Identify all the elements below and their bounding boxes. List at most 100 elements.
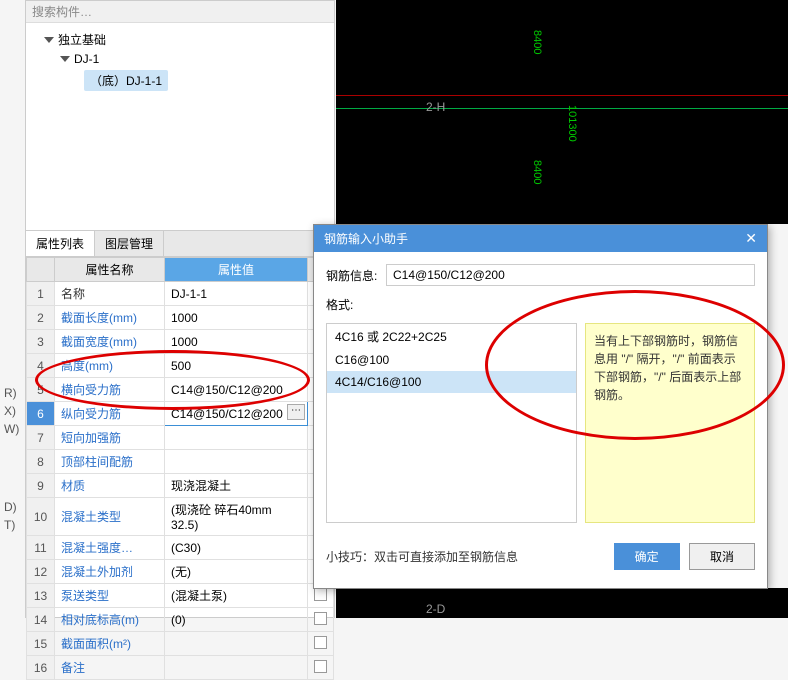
side-letter-strip: R)X)W) D)T)	[0, 380, 20, 534]
ok-button[interactable]: 确定	[614, 543, 680, 570]
triangle-icon	[44, 37, 54, 43]
property-value[interactable]: 500	[165, 354, 308, 378]
row-number: 1	[27, 282, 55, 306]
property-row[interactable]: 11混凝土强度…(C30)	[27, 536, 334, 560]
property-table: 属性名称属性值 1名称DJ-1-12截面长度(mm)10003截面宽度(mm)1…	[26, 257, 334, 680]
tree-root[interactable]: 独立基础	[32, 29, 328, 50]
property-value[interactable]: (现浇砼 碎石40mm 32.5)	[165, 498, 308, 536]
row-number: 6	[27, 402, 55, 426]
property-value[interactable]: 现浇混凝土	[165, 474, 308, 498]
col-value: 属性值	[165, 258, 308, 282]
row-number: 14	[27, 608, 55, 632]
row-number: 4	[27, 354, 55, 378]
property-name: 纵向受力筋	[55, 402, 165, 426]
property-value[interactable]	[165, 656, 308, 680]
tab-properties[interactable]: 属性列表	[26, 231, 95, 256]
component-tree[interactable]: 独立基础 DJ-1 （底）DJ-1-1	[26, 23, 334, 231]
close-icon[interactable]: ✕	[745, 230, 757, 247]
tree-leaf[interactable]: （底）DJ-1-1	[32, 68, 328, 93]
property-value[interactable]: C14@150/C12@200	[165, 378, 308, 402]
tree-child[interactable]: DJ-1	[32, 50, 328, 68]
lock-checkbox[interactable]	[308, 632, 334, 656]
property-row[interactable]: 2截面长度(mm)1000	[27, 306, 334, 330]
property-row[interactable]: 10混凝土类型(现浇砼 碎石40mm 32.5)	[27, 498, 334, 536]
dialog-titlebar[interactable]: 钢筋输入小助手 ✕	[314, 225, 767, 252]
cancel-button[interactable]: 取消	[689, 543, 755, 570]
property-row[interactable]: 15截面面积(m²)	[27, 632, 334, 656]
row-number: 5	[27, 378, 55, 402]
triangle-icon	[60, 56, 70, 62]
dim-text: 101300	[566, 105, 578, 142]
property-value[interactable]: (0)	[165, 608, 308, 632]
property-name: 名称	[55, 282, 165, 306]
property-row[interactable]: 6纵向受力筋C14@150/C12@200⋯	[27, 402, 334, 426]
footer-tip: 小技巧：双击可直接添加至钢筋信息	[326, 548, 518, 565]
property-row[interactable]: 3截面宽度(mm)1000	[27, 330, 334, 354]
property-name: 顶部柱间配筋	[55, 450, 165, 474]
row-number: 13	[27, 584, 55, 608]
property-value[interactable]: (C30)	[165, 536, 308, 560]
dim-text: 8400	[531, 30, 543, 54]
cad-canvas-bottom: 2-D	[336, 588, 788, 618]
grid-label: 2-H	[426, 100, 445, 114]
rebar-info-input[interactable]	[386, 264, 755, 286]
row-number: 2	[27, 306, 55, 330]
property-row[interactable]: 4高度(mm)500	[27, 354, 334, 378]
property-name: 截面面积(m²)	[55, 632, 165, 656]
property-value[interactable]: 1000	[165, 306, 308, 330]
tab-layers[interactable]: 图层管理	[95, 231, 164, 256]
format-list[interactable]: 4C16 或 2C22+2C25 C16@100 4C14/C16@100	[326, 323, 577, 523]
property-value[interactable]: 1000	[165, 330, 308, 354]
property-row[interactable]: 14相对底标高(m)(0)	[27, 608, 334, 632]
row-number: 12	[27, 560, 55, 584]
lock-checkbox[interactable]	[308, 656, 334, 680]
row-number: 7	[27, 426, 55, 450]
property-row[interactable]: 5横向受力筋C14@150/C12@200	[27, 378, 334, 402]
property-row[interactable]: 16备注	[27, 656, 334, 680]
more-button[interactable]: ⋯	[287, 404, 305, 420]
col-name: 属性名称	[55, 258, 165, 282]
property-row[interactable]: 13泵送类型(混凝土泵)	[27, 584, 334, 608]
row-number: 8	[27, 450, 55, 474]
property-name: 混凝土外加剂	[55, 560, 165, 584]
rebar-helper-dialog: 钢筋输入小助手 ✕ 钢筋信息: 格式: 4C16 或 2C22+2C25 C16…	[313, 224, 768, 589]
format-item[interactable]: 4C14/C16@100	[327, 371, 576, 393]
property-name: 横向受力筋	[55, 378, 165, 402]
format-label: 格式:	[326, 296, 386, 313]
tip-box: 当有上下部钢筋时，钢筋信息用 "/" 隔开，"/" 前面表示下部钢筋，"/" 后…	[585, 323, 755, 523]
property-row[interactable]: 7短向加强筋	[27, 426, 334, 450]
lock-checkbox[interactable]	[308, 608, 334, 632]
info-label: 钢筋信息:	[326, 267, 386, 284]
row-number: 15	[27, 632, 55, 656]
property-value[interactable]	[165, 450, 308, 474]
property-name: 混凝土强度…	[55, 536, 165, 560]
left-panel: 搜索构件… 独立基础 DJ-1 （底）DJ-1-1 属性列表 图层管理 属性名称…	[25, 0, 335, 618]
property-name: 相对底标高(m)	[55, 608, 165, 632]
property-name: 截面长度(mm)	[55, 306, 165, 330]
search-input[interactable]: 搜索构件…	[26, 1, 334, 23]
property-row[interactable]: 1名称DJ-1-1	[27, 282, 334, 306]
property-row[interactable]: 9材质现浇混凝土	[27, 474, 334, 498]
property-value[interactable]: (混凝土泵)	[165, 584, 308, 608]
property-row[interactable]: 8顶部柱间配筋	[27, 450, 334, 474]
property-row[interactable]: 12混凝土外加剂(无)	[27, 560, 334, 584]
property-value[interactable]	[165, 632, 308, 656]
row-number: 11	[27, 536, 55, 560]
row-number: 10	[27, 498, 55, 536]
grid-label: 2-D	[426, 602, 445, 616]
row-number: 3	[27, 330, 55, 354]
property-value[interactable]	[165, 426, 308, 450]
property-name: 备注	[55, 656, 165, 680]
property-value[interactable]: DJ-1-1	[165, 282, 308, 306]
dialog-title-text: 钢筋输入小助手	[324, 230, 408, 247]
dim-text: 8400	[531, 160, 543, 184]
row-number: 16	[27, 656, 55, 680]
property-name: 泵送类型	[55, 584, 165, 608]
property-value[interactable]: (无)	[165, 560, 308, 584]
panel-tabs: 属性列表 图层管理	[26, 231, 334, 257]
property-name: 混凝土类型	[55, 498, 165, 536]
property-value[interactable]: C14@150/C12@200⋯	[165, 402, 308, 426]
cad-canvas[interactable]: 8400 101300 8400 2-H	[336, 0, 788, 224]
format-item[interactable]: C16@100	[327, 349, 576, 371]
format-item[interactable]: 4C16 或 2C22+2C25	[327, 324, 576, 349]
